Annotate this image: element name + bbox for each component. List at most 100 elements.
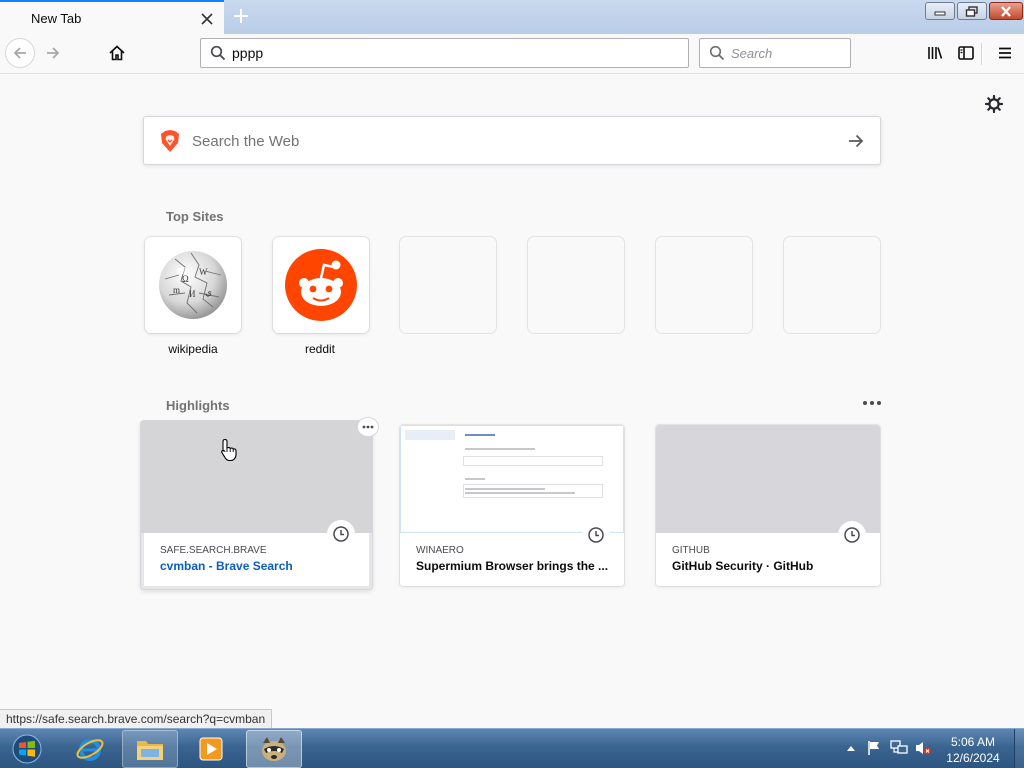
more-dots-icon bbox=[362, 425, 374, 429]
svg-text:ي: ي bbox=[205, 287, 212, 297]
taskbar-browser-app[interactable] bbox=[246, 730, 302, 768]
arrow-right-icon bbox=[47, 47, 60, 59]
toolbar-separator bbox=[981, 43, 982, 65]
gear-icon bbox=[984, 94, 1004, 114]
reddit-logo-icon bbox=[285, 249, 357, 321]
highlights-title: Highlights bbox=[166, 398, 230, 413]
top-site-reddit[interactable] bbox=[273, 237, 369, 333]
volume-muted-icon bbox=[916, 742, 931, 755]
library-button[interactable] bbox=[920, 38, 950, 68]
top-site-empty[interactable] bbox=[656, 237, 752, 333]
search-icon bbox=[210, 45, 226, 66]
web-search-placeholder: Search the Web bbox=[192, 133, 300, 150]
top-site-wikipedia[interactable]: ΩW Иي m bbox=[145, 237, 241, 333]
system-clock[interactable]: 5:06 AM 12/6/2024 bbox=[934, 734, 1012, 766]
flag-icon bbox=[868, 741, 879, 755]
highlight-host: WINAERO bbox=[416, 545, 464, 556]
internet-explorer-icon bbox=[76, 739, 104, 761]
hand-cursor-icon bbox=[220, 438, 238, 467]
plus-icon bbox=[234, 9, 248, 23]
browser-app-icon bbox=[262, 737, 286, 761]
network-tray[interactable] bbox=[890, 740, 908, 761]
brave-logo-icon bbox=[159, 129, 181, 158]
top-site-empty[interactable] bbox=[528, 237, 624, 333]
windows-logo-icon bbox=[12, 734, 42, 764]
show-desktop-button[interactable] bbox=[1014, 729, 1024, 768]
close-icon bbox=[1001, 6, 1011, 17]
title-bar: New Tab bbox=[0, 0, 1024, 34]
top-site-empty[interactable] bbox=[784, 237, 880, 333]
highlight-host: GITHUB bbox=[672, 545, 710, 556]
clock-icon bbox=[327, 520, 355, 548]
clock-icon bbox=[582, 521, 610, 549]
taskbar-media-player[interactable] bbox=[183, 730, 239, 768]
top-site-label: reddit bbox=[304, 342, 336, 356]
network-icon bbox=[890, 740, 908, 754]
tab-new-tab[interactable]: New Tab bbox=[0, 0, 224, 34]
clock-date: 12/6/2024 bbox=[946, 751, 1000, 765]
highlight-title[interactable]: GitHub Security · GitHub bbox=[672, 559, 813, 573]
highlight-card[interactable]: SAFE.SEARCH.BRAVE cvmban - Brave Search bbox=[141, 421, 372, 589]
page-preview bbox=[400, 425, 624, 533]
wikipedia-globe-icon: ΩW И ي m bbox=[159, 251, 227, 319]
svg-text:m: m bbox=[173, 285, 180, 295]
highlight-thumbnail bbox=[141, 421, 372, 533]
minimize-icon bbox=[934, 11, 946, 16]
highlight-title[interactable]: cvmban - Brave Search bbox=[160, 559, 293, 573]
maximize-icon bbox=[965, 6, 978, 17]
more-dots-icon bbox=[863, 401, 881, 405]
top-site-label: wikipedia bbox=[168, 342, 218, 356]
highlight-title[interactable]: Supermium Browser brings the ... bbox=[416, 559, 608, 573]
highlight-thumbnail bbox=[400, 425, 624, 533]
search-icon bbox=[709, 45, 725, 66]
svg-text:W: W bbox=[199, 267, 208, 277]
highlight-thumbnail bbox=[656, 425, 880, 533]
arrow-right-icon[interactable] bbox=[846, 131, 866, 156]
clock-icon bbox=[838, 521, 866, 549]
new-tab-button[interactable] bbox=[230, 4, 252, 28]
sidebar-button[interactable] bbox=[951, 38, 981, 68]
media-player-icon bbox=[199, 737, 223, 761]
hamburger-menu-icon bbox=[999, 47, 1011, 59]
minimize-button[interactable] bbox=[925, 2, 955, 20]
action-center-tray[interactable] bbox=[866, 740, 882, 761]
web-search-box[interactable]: Search the Web bbox=[143, 116, 881, 165]
nav-toolbar: pppp Search bbox=[0, 34, 1024, 74]
taskbar: 5:06 AM 12/6/2024 bbox=[0, 728, 1024, 768]
arrow-left-icon bbox=[13, 47, 26, 59]
file-explorer-icon bbox=[137, 741, 163, 760]
taskbar-internet-explorer[interactable] bbox=[62, 730, 118, 768]
highlight-card[interactable]: WINAERO Supermium Browser brings the ... bbox=[400, 425, 624, 586]
highlight-host: SAFE.SEARCH.BRAVE bbox=[160, 545, 267, 556]
top-site-empty[interactable] bbox=[400, 237, 496, 333]
customize-button[interactable] bbox=[984, 94, 1004, 119]
top-sites-title: Top Sites bbox=[166, 209, 224, 224]
card-menu-button[interactable] bbox=[358, 418, 378, 436]
taskbar-file-explorer[interactable] bbox=[122, 730, 178, 768]
library-icon bbox=[928, 47, 943, 59]
close-icon[interactable] bbox=[198, 10, 216, 28]
maximize-button[interactable] bbox=[957, 2, 987, 20]
svg-text:И: И bbox=[189, 289, 196, 299]
chevron-up-icon bbox=[847, 746, 855, 751]
search-bar-placeholder: Search bbox=[731, 46, 773, 61]
highlight-card[interactable]: GITHUB GitHub Security · GitHub bbox=[656, 425, 880, 586]
menu-button[interactable] bbox=[990, 38, 1020, 68]
highlights-menu-button[interactable] bbox=[860, 393, 884, 413]
sidebar-icon bbox=[958, 46, 974, 60]
volume-tray[interactable] bbox=[914, 740, 932, 761]
clock-time: 5:06 AM bbox=[950, 735, 996, 749]
start-button[interactable] bbox=[5, 730, 49, 768]
search-bar[interactable]: Search bbox=[699, 38, 851, 68]
tab-title: New Tab bbox=[31, 11, 82, 26]
svg-text:Ω: Ω bbox=[182, 274, 189, 284]
home-button[interactable] bbox=[102, 38, 132, 68]
address-bar[interactable]: pppp bbox=[200, 38, 689, 68]
show-hidden-icons[interactable] bbox=[846, 740, 856, 761]
status-url: https://safe.search.brave.com/search?q=c… bbox=[0, 709, 273, 728]
address-bar-value: pppp bbox=[232, 45, 264, 61]
back-button[interactable] bbox=[5, 38, 35, 68]
forward-button[interactable] bbox=[38, 38, 68, 68]
home-icon bbox=[109, 45, 125, 61]
window-close-button[interactable] bbox=[989, 2, 1023, 20]
